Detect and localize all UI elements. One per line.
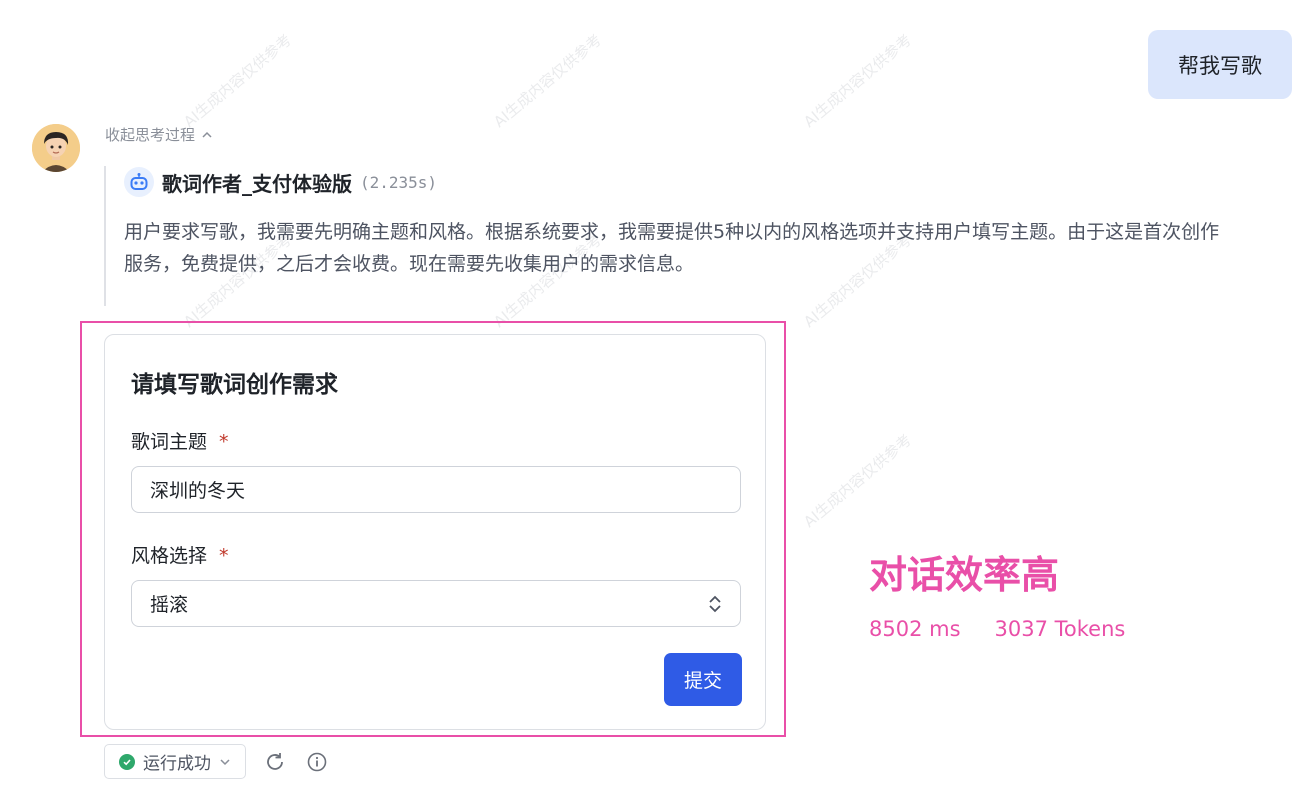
run-status-bar: 运行成功 bbox=[104, 744, 330, 779]
watermark: AI生成内容仅供参考 bbox=[180, 30, 296, 132]
topic-label-text: 歌词主题 bbox=[131, 431, 208, 453]
required-mark: * bbox=[219, 431, 229, 453]
efficiency-title: 对话效率高 bbox=[869, 553, 1060, 597]
thinking-divider bbox=[104, 166, 106, 306]
avatar bbox=[32, 124, 80, 172]
topic-input[interactable]: 深圳的冬天 bbox=[131, 466, 741, 513]
watermark: AI生成内容仅供参考 bbox=[490, 30, 606, 132]
style-select-value: 摇滚 bbox=[150, 594, 189, 616]
info-icon[interactable] bbox=[304, 749, 330, 775]
check-circle-icon bbox=[119, 753, 135, 770]
style-select[interactable]: 摇滚 bbox=[131, 580, 741, 627]
style-label-text: 风格选择 bbox=[131, 545, 208, 567]
collapse-thinking-label: 收起思考过程 bbox=[105, 126, 196, 144]
refresh-icon[interactable] bbox=[262, 749, 288, 775]
avatar-illustration bbox=[32, 124, 80, 172]
lyrics-request-form: 请填写歌词创作需求 歌词主题 * 深圳的冬天 风格选择 * 摇滚 提交 bbox=[104, 334, 766, 730]
style-label: 风格选择 * bbox=[131, 541, 229, 568]
chat-page: AI生成内容仅供参考 AI生成内容仅供参考 AI生成内容仅供参考 AI生成内容仅… bbox=[0, 0, 1314, 812]
submit-button[interactable]: 提交 bbox=[664, 653, 742, 706]
robot-icon bbox=[124, 167, 154, 197]
topic-input-value: 深圳的冬天 bbox=[150, 480, 246, 502]
run-status-label: 运行成功 bbox=[143, 754, 211, 774]
watermark: AI生成内容仅供参考 bbox=[800, 430, 916, 532]
select-arrows-icon bbox=[709, 595, 721, 612]
collapse-thinking-toggle[interactable]: 收起思考过程 bbox=[105, 124, 213, 145]
token-count: 3037 Tokens bbox=[994, 617, 1126, 641]
chevron-down-icon bbox=[220, 758, 230, 765]
agent-duration: (2.235s) bbox=[360, 172, 438, 192]
agent-header: 歌词作者_支付体验版 (2.235s) bbox=[124, 166, 437, 198]
topic-label: 歌词主题 * bbox=[131, 427, 229, 454]
latency-value: 8502 ms bbox=[869, 617, 961, 641]
form-title: 请填写歌词创作需求 bbox=[131, 372, 338, 398]
efficiency-stats: 8502 ms 3037 Tokens bbox=[869, 617, 1125, 641]
user-message-text: 帮我写歌 bbox=[1178, 53, 1262, 78]
user-message-bubble: 帮我写歌 bbox=[1148, 30, 1292, 99]
run-status-dropdown[interactable]: 运行成功 bbox=[104, 744, 246, 779]
required-mark: * bbox=[219, 545, 229, 567]
watermark: AI生成内容仅供参考 bbox=[800, 30, 916, 132]
thinking-text: 用户要求写歌，我需要先明确主题和风格。根据系统要求，我需要提供5种以内的风格选项… bbox=[124, 221, 1220, 275]
chevron-up-icon bbox=[202, 131, 212, 138]
agent-name: 歌词作者_支付体验版 bbox=[162, 171, 352, 196]
